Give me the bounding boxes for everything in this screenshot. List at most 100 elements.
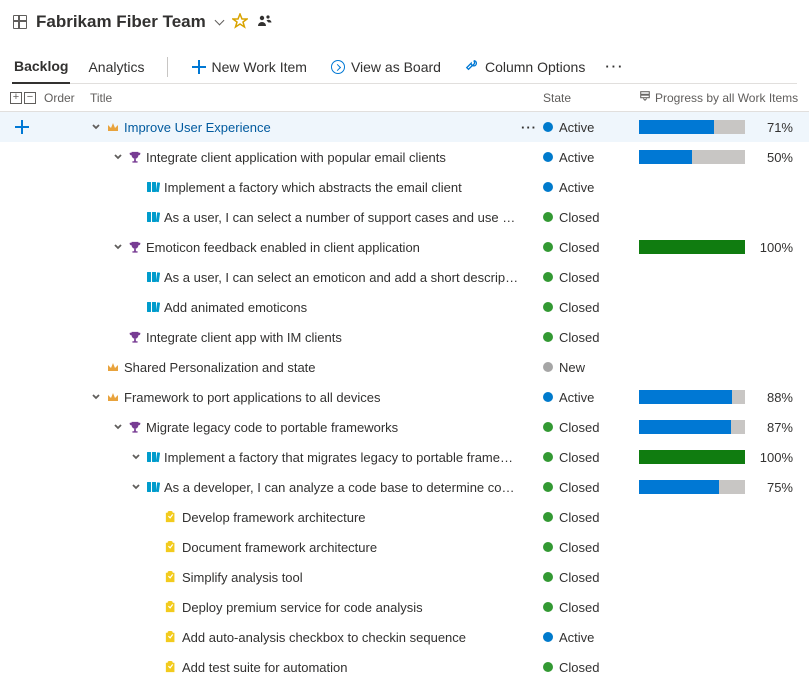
backlog-row[interactable]: As a user, I can select a number of supp…	[0, 202, 809, 232]
progress-bar	[639, 480, 745, 494]
task-icon	[164, 600, 178, 614]
state-dot	[543, 332, 553, 342]
work-item-title[interactable]: Implement a factory that migrates legacy…	[164, 450, 521, 465]
state-label: Closed	[559, 420, 599, 435]
progress-bar	[639, 450, 745, 464]
work-item-title[interactable]: As a user, I can select an emoticon and …	[164, 270, 521, 285]
backlog-row[interactable]: Migrate legacy code to portable framewor…	[0, 412, 809, 442]
people-icon[interactable]	[256, 13, 272, 32]
state-label: Active	[559, 630, 594, 645]
work-item-title[interactable]: As a developer, I can analyze a code bas…	[164, 480, 521, 495]
backlog-row[interactable]: Integrate client application with popula…	[0, 142, 809, 172]
work-item-title[interactable]: Improve User Experience	[124, 120, 271, 135]
backlog-row[interactable]: Implement a factory that migrates legacy…	[0, 442, 809, 472]
work-item-title[interactable]: Emoticon feedback enabled in client appl…	[146, 240, 420, 255]
chevron-down-icon[interactable]	[112, 151, 124, 163]
work-item-title[interactable]: Implement a factory which abstracts the …	[164, 180, 462, 195]
column-header-title[interactable]: Title	[90, 91, 543, 105]
work-item-title[interactable]: Shared Personalization and state	[124, 360, 316, 375]
backlog-row[interactable]: Framework to port applications to all de…	[0, 382, 809, 412]
progress-bar	[639, 390, 745, 404]
backlog-row[interactable]: Add animated emoticons ··· Closed	[0, 292, 809, 322]
chevron-down-icon[interactable]	[90, 391, 102, 403]
backlog-row[interactable]: As a developer, I can analyze a code bas…	[0, 472, 809, 502]
column-header-progress[interactable]: Progress by all Work Items	[639, 90, 799, 105]
work-item-title[interactable]: As a user, I can select a number of supp…	[164, 210, 521, 225]
state-label: Closed	[559, 330, 599, 345]
work-item-title[interactable]: Integrate client app with IM clients	[146, 330, 342, 345]
task-icon	[164, 630, 178, 644]
column-header-order[interactable]: Order	[44, 91, 90, 105]
backlog-row[interactable]: Add test suite for automation ··· Closed	[0, 652, 809, 682]
progress-bar	[639, 240, 745, 254]
state-label: Active	[559, 390, 594, 405]
new-work-item-button[interactable]: New Work Item	[188, 53, 311, 81]
backlog-row[interactable]: Emoticon feedback enabled in client appl…	[0, 232, 809, 262]
backlog-row[interactable]: Document framework architecture ··· Clos…	[0, 532, 809, 562]
chevron-down-icon[interactable]	[214, 17, 224, 27]
work-item-title[interactable]: Framework to port applications to all de…	[124, 390, 381, 405]
state-dot	[543, 662, 553, 672]
state-dot	[543, 302, 553, 312]
pbi-icon	[146, 480, 160, 494]
tab-analytics[interactable]: Analytics	[86, 51, 146, 83]
backlog-row[interactable]: Deploy premium service for code analysis…	[0, 592, 809, 622]
state-dot	[543, 212, 553, 222]
collapse-all-button[interactable]: −	[24, 92, 36, 104]
progress-percent: 71%	[751, 120, 793, 135]
new-work-item-label: New Work Item	[212, 59, 307, 75]
progress-percent: 50%	[751, 150, 793, 165]
pbi-icon	[146, 210, 160, 224]
work-item-title[interactable]: Add test suite for automation	[182, 660, 347, 675]
work-item-title[interactable]: Simplify analysis tool	[182, 570, 303, 585]
state-dot	[543, 392, 553, 402]
state-label: Closed	[559, 600, 599, 615]
backlog-row[interactable]: Develop framework architecture ··· Close…	[0, 502, 809, 532]
state-label: Closed	[559, 450, 599, 465]
add-child-button[interactable]	[15, 120, 29, 134]
row-actions[interactable]: ···	[521, 120, 543, 135]
state-label: Closed	[559, 270, 599, 285]
work-item-title[interactable]: Add auto-analysis checkbox to checkin se…	[182, 630, 466, 645]
view-as-board-button[interactable]: View as Board	[327, 53, 445, 81]
backlog-row[interactable]: Implement a factory which abstracts the …	[0, 172, 809, 202]
column-options-button[interactable]: Column Options	[461, 52, 589, 81]
work-item-title[interactable]: Deploy premium service for code analysis	[182, 600, 423, 615]
chevron-down-icon[interactable]	[90, 121, 102, 133]
expand-all-button[interactable]: +	[10, 92, 22, 104]
backlog-row[interactable]: Add auto-analysis checkbox to checkin se…	[0, 622, 809, 652]
chevron-down-icon[interactable]	[112, 241, 124, 253]
team-title[interactable]: Fabrikam Fiber Team	[36, 12, 206, 32]
tab-backlog[interactable]: Backlog	[12, 50, 70, 84]
toolbar-divider	[167, 57, 168, 77]
backlog-row[interactable]: As a user, I can select an emoticon and …	[0, 262, 809, 292]
work-item-title[interactable]: Migrate legacy code to portable framewor…	[146, 420, 398, 435]
view-as-board-label: View as Board	[351, 59, 441, 75]
work-item-title[interactable]: Integrate client application with popula…	[146, 150, 446, 165]
progress-bar	[639, 120, 745, 134]
epic-icon	[106, 360, 120, 374]
column-header-state[interactable]: State	[543, 91, 639, 105]
star-icon[interactable]	[232, 13, 248, 32]
chevron-down-icon[interactable]	[130, 451, 142, 463]
task-icon	[164, 510, 178, 524]
state-label: Closed	[559, 480, 599, 495]
state-dot	[543, 482, 553, 492]
backlog-row[interactable]: Integrate client app with IM clients ···…	[0, 322, 809, 352]
state-dot	[543, 122, 553, 132]
chevron-down-icon[interactable]	[130, 481, 142, 493]
backlog-row[interactable]: Improve User Experience ··· Active 71%	[0, 112, 809, 142]
work-item-title[interactable]: Document framework architecture	[182, 540, 377, 555]
state-label: Closed	[559, 540, 599, 555]
work-item-title[interactable]: Develop framework architecture	[182, 510, 366, 525]
feature-icon	[128, 420, 142, 434]
more-options[interactable]: ···	[605, 59, 634, 74]
state-label: Closed	[559, 240, 599, 255]
work-item-title[interactable]: Add animated emoticons	[164, 300, 307, 315]
backlog-row[interactable]: Simplify analysis tool ··· Closed	[0, 562, 809, 592]
pbi-icon	[146, 270, 160, 284]
plus-icon	[192, 60, 206, 74]
backlog-row[interactable]: Shared Personalization and state ··· New	[0, 352, 809, 382]
chevron-down-icon[interactable]	[112, 421, 124, 433]
state-dot	[543, 452, 553, 462]
